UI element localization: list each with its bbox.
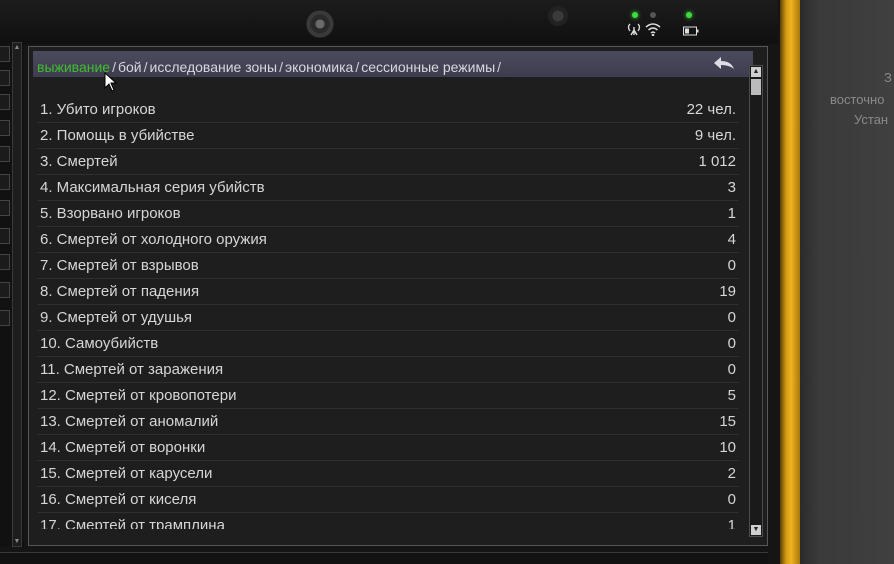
scroll-thumb[interactable]	[751, 79, 761, 95]
radio-signal-icon	[627, 23, 641, 36]
stat-label: 2. Помощь в убийстве	[40, 127, 195, 144]
scroll-up-icon[interactable]: ▲	[751, 67, 761, 77]
stat-label: 3. Смертей	[40, 153, 118, 170]
device-top-bezel	[0, 0, 778, 44]
stat-value: 0	[727, 309, 736, 326]
list-item	[0, 200, 10, 216]
stat-label: 10. Самоубийств	[40, 335, 159, 352]
table-row: 17. Смертей от трамплина 1	[37, 513, 739, 529]
background-text: Устан	[854, 112, 889, 127]
stat-value: 2	[727, 465, 736, 482]
table-row: 11. Смертей от заражения 0	[37, 357, 739, 383]
stat-value: 9 чел.	[694, 127, 736, 144]
status-led-icon	[686, 12, 692, 18]
stat-value: 5	[727, 387, 736, 404]
list-item	[0, 174, 10, 190]
stat-value: 22 чел.	[686, 101, 736, 118]
stat-label: 14. Смертей от воронки	[40, 439, 206, 456]
stat-value: 0	[727, 335, 736, 352]
stat-value: 0	[727, 361, 736, 378]
battery-icon	[683, 26, 699, 36]
statistics-panel: выживание / бой / исследование зоны / экономик…	[28, 46, 768, 546]
tab-session-modes[interactable]: сессионные режимы	[361, 59, 495, 75]
wifi-icon	[645, 23, 661, 36]
stat-label: 11. Смертей от заражения	[40, 361, 224, 378]
stat-value: 15	[719, 413, 736, 430]
list-item	[0, 94, 10, 110]
background-text: восточно	[830, 92, 885, 107]
back-arrow-icon[interactable]	[711, 54, 737, 74]
table-row: 1. Убито игроков 22 чел.	[37, 97, 739, 123]
stats-scrollbar[interactable]: ▲ ▼	[749, 65, 763, 537]
tab-bar: выживание / бой / исследование зоны / экономик…	[33, 51, 753, 77]
device-button[interactable]	[548, 6, 568, 26]
stats-list: 1. Убито игроков 22 чел. 2. Помощь в убий…	[37, 97, 739, 529]
stat-label: 1. Убито игроков	[40, 101, 156, 118]
table-row: 12. Смертей от кровопотери 5	[37, 383, 739, 409]
background-panel: З восточно Устан	[800, 0, 894, 564]
stat-value: 19	[719, 283, 736, 300]
stat-label: 9. Смертей от удушья	[40, 309, 193, 326]
table-row: 5. Взорвано игроков 1	[37, 201, 739, 227]
stat-value: 4	[727, 231, 736, 248]
list-item	[0, 46, 10, 62]
stat-value: 1	[727, 517, 736, 529]
stat-value: 10	[719, 439, 736, 456]
adjacent-scrollbar[interactable]: ▲ ▼	[12, 42, 22, 547]
stat-label: 7. Смертей от взрывов	[40, 257, 199, 274]
stat-label: 17. Смертей от трамплина	[40, 517, 225, 529]
stat-value: 0	[727, 491, 736, 508]
stat-label: 16. Смертей от киселя	[40, 491, 197, 508]
table-row: 16. Смертей от киселя 0	[37, 487, 739, 513]
stat-label: 13. Смертей от аномалий	[40, 413, 219, 430]
scroll-down-icon[interactable]: ▼	[751, 525, 761, 535]
table-row: 2. Помощь в убийстве 9 чел.	[37, 123, 739, 149]
stat-label: 15. Смертей от карусели	[40, 465, 213, 482]
stat-label: 8. Смертей от падения	[40, 283, 200, 300]
stat-value: 1	[727, 205, 736, 222]
table-row: 8. Смертей от падения 19	[37, 279, 739, 305]
status-led-icon	[632, 12, 638, 18]
tab-economy[interactable]: экономика	[285, 59, 353, 75]
stat-value: 0	[727, 257, 736, 274]
stat-label: 12. Смертей от кровопотери	[40, 387, 237, 404]
adjacent-panel-sliver: ▲ ▼	[0, 42, 24, 547]
list-item	[0, 146, 10, 162]
list-item	[0, 228, 10, 244]
stat-value: 3	[727, 179, 736, 196]
stat-value: 1 012	[698, 153, 736, 170]
tab-separator: /	[143, 59, 148, 75]
table-row: 6. Смертей от холодного оружия 4	[37, 227, 739, 253]
status-led-icon	[650, 12, 656, 18]
list-item	[0, 70, 10, 86]
list-item	[0, 282, 10, 298]
table-row: 4. Максимальная серия убийств 3	[37, 175, 739, 201]
table-row: 9. Смертей от удушья 0	[37, 305, 739, 331]
table-row: 7. Смертей от взрывов 0	[37, 253, 739, 279]
device-frame-edge	[780, 0, 800, 564]
tab-combat[interactable]: бой	[118, 59, 142, 75]
list-item	[0, 120, 10, 136]
stat-label: 4. Максимальная серия убийств	[40, 179, 265, 196]
scroll-up-icon[interactable]: ▲	[13, 44, 21, 51]
table-row: 15. Смертей от карусели 2	[37, 461, 739, 487]
table-row: 3. Смертей 1 012	[37, 149, 739, 175]
table-row: 13. Смертей от аномалий 15	[37, 409, 739, 435]
bottom-bar	[0, 552, 768, 564]
tab-separator: /	[497, 59, 502, 75]
tab-survival[interactable]: выживание	[37, 59, 110, 75]
mouse-cursor-icon	[104, 72, 118, 92]
camera-lens-icon	[306, 10, 334, 38]
stat-label: 6. Смертей от холодного оружия	[40, 231, 267, 248]
list-item	[0, 310, 10, 326]
tab-separator: /	[279, 59, 283, 75]
scroll-down-icon[interactable]: ▼	[13, 538, 21, 545]
stat-label: 5. Взорвано игроков	[40, 205, 181, 222]
table-row: 14. Смертей от воронки 10	[37, 435, 739, 461]
table-row: 10. Самоубийств 0	[37, 331, 739, 357]
background-text: З	[884, 70, 892, 85]
tab-separator: /	[355, 59, 360, 75]
list-item	[0, 254, 10, 270]
tab-zone-exploration[interactable]: исследование зоны	[150, 59, 278, 75]
